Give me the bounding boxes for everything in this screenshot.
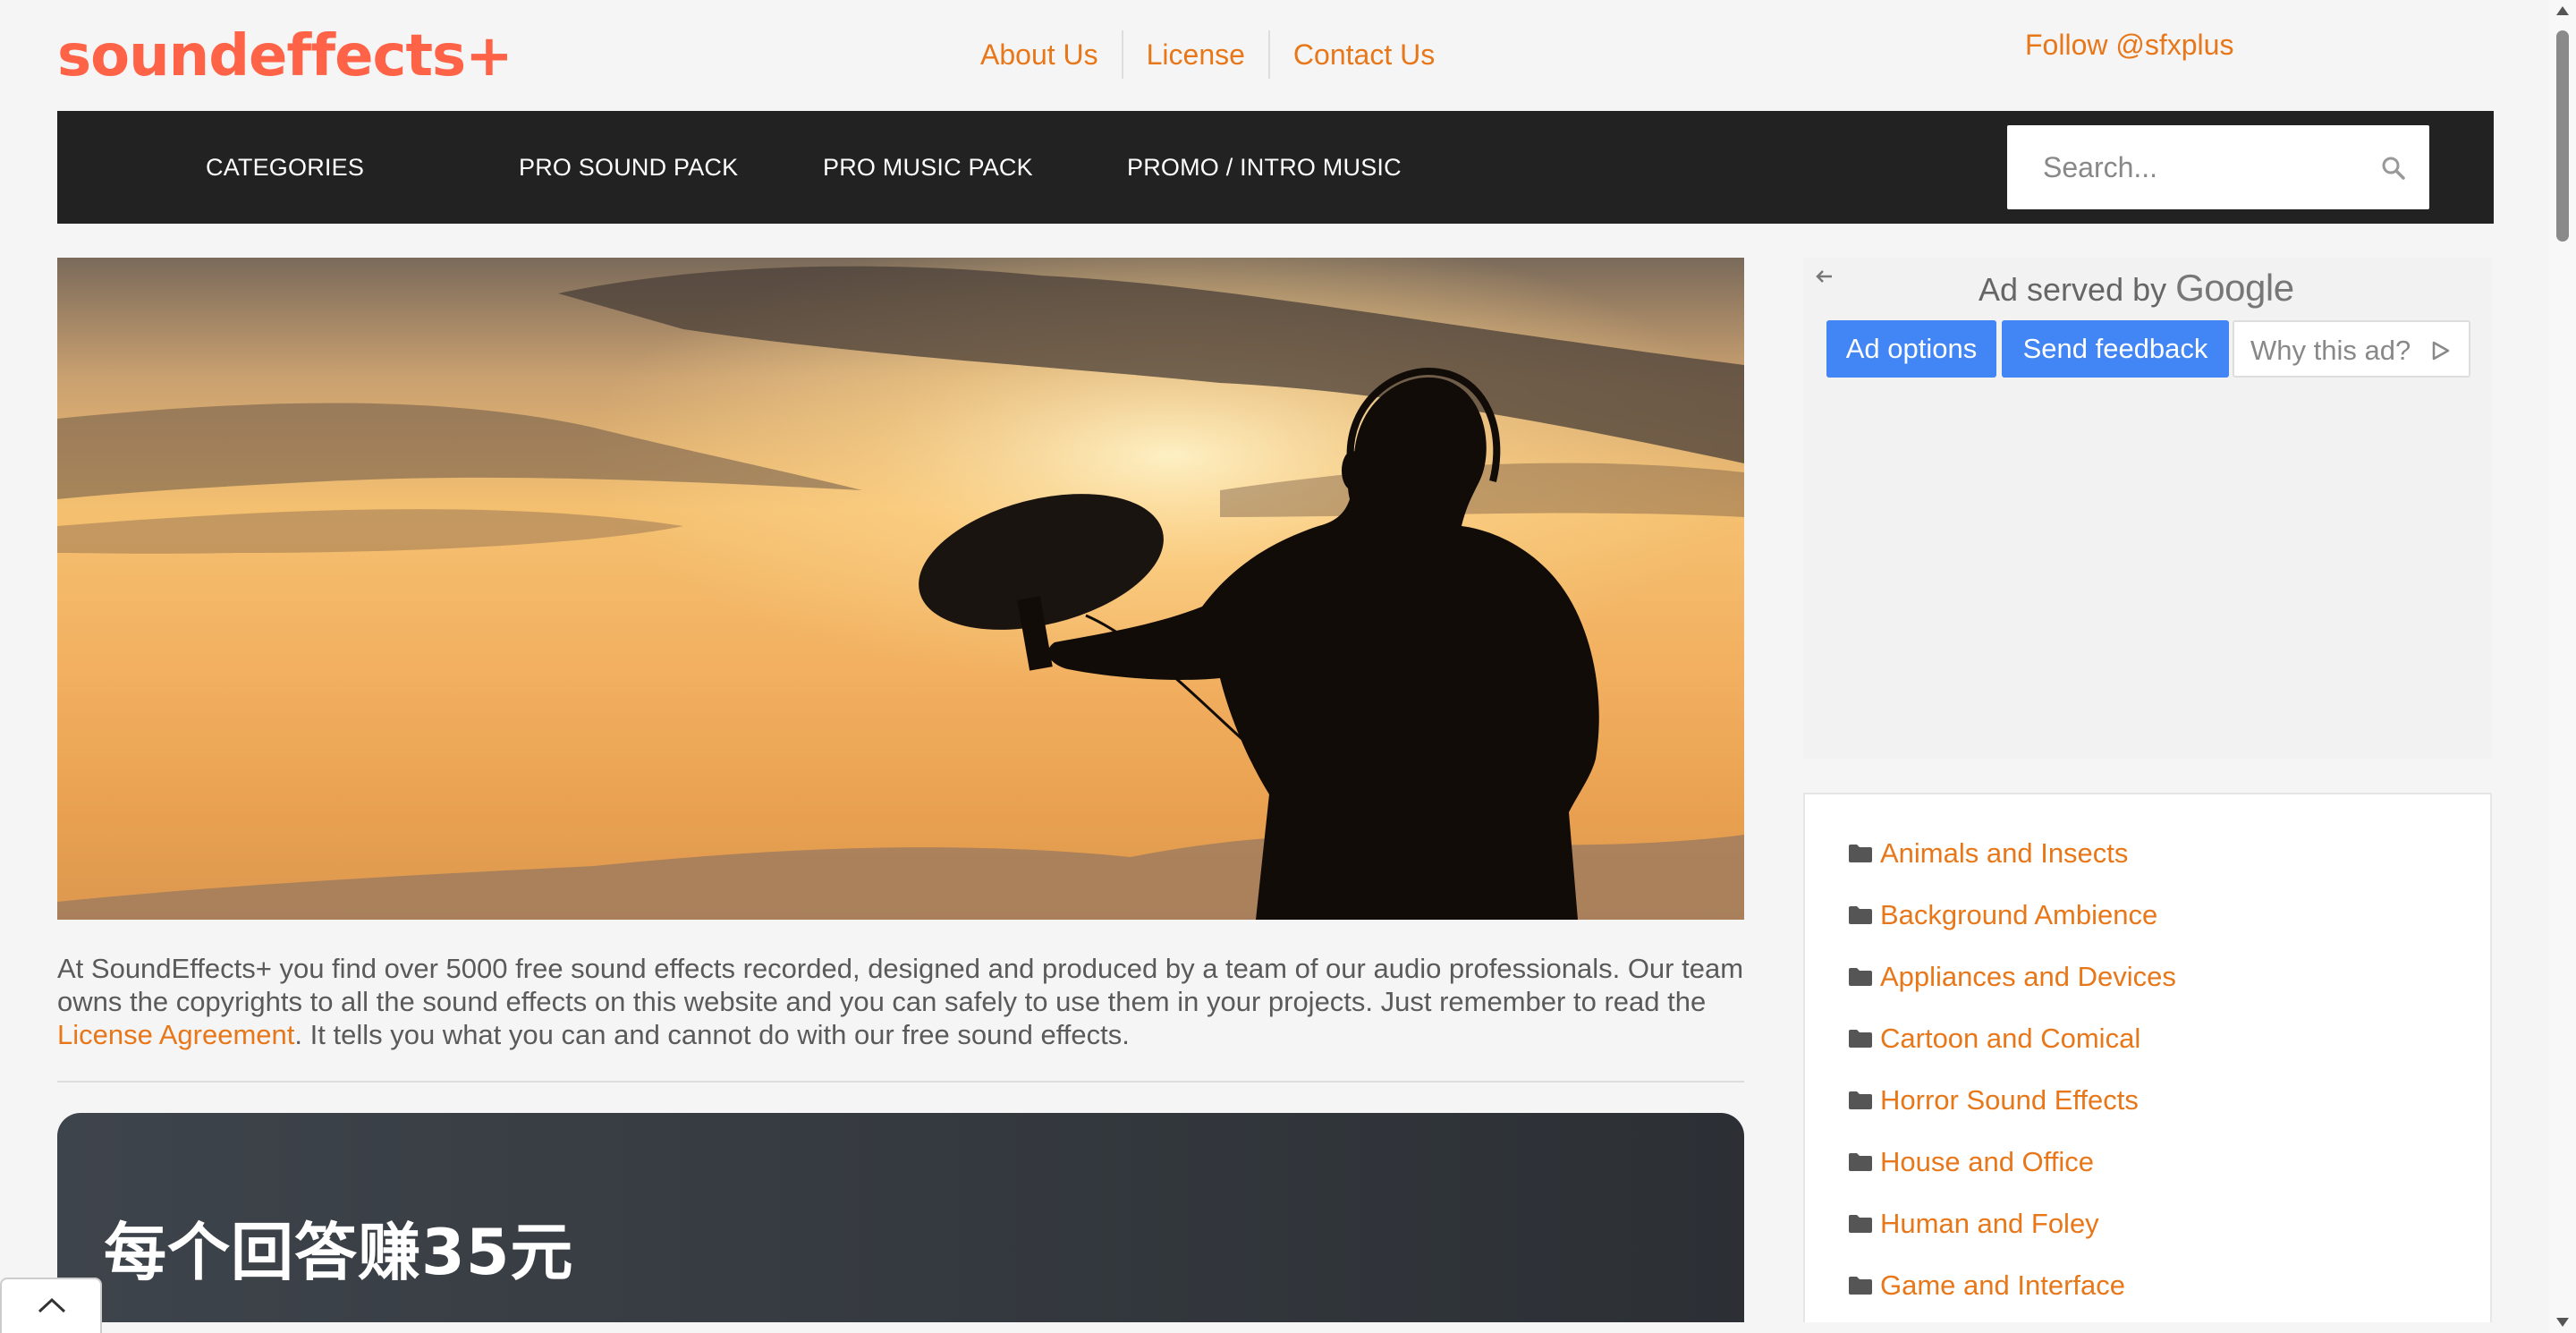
list-item[interactable]: Animals and Insects [1848,836,2128,871]
divider [57,1081,1744,1083]
category-game-interface[interactable]: Game and Interface [1880,1269,2125,1302]
scroll-down-arrow-icon[interactable] [2555,1315,2571,1329]
list-item[interactable]: Background Ambience [1848,897,2157,933]
hero-image [57,258,1744,920]
nav-pro-sound-pack[interactable]: PRO SOUND PACK [519,111,738,224]
search-input[interactable] [2007,125,2365,209]
send-feedback-button[interactable]: Send feedback [2002,320,2229,378]
folder-icon [1849,845,1872,862]
folder-icon [1849,1153,1872,1171]
folder-icon [1849,1215,1872,1233]
license-link[interactable]: License [1121,30,1268,79]
ad-served-by-text: Ad served by [1979,271,2167,308]
ad-served-by: Ad served by Google [1979,267,2294,310]
bottom-strip [0,1322,2549,1333]
nav-promo-intro-music[interactable]: PROMO / INTRO MUSIC [1127,111,1402,224]
scrollbar[interactable] [2549,0,2576,1333]
scroll-up-arrow-icon[interactable] [2555,4,2571,18]
promo-banner[interactable]: 每个回答赚35元 [57,1113,1744,1333]
category-cartoon-comical[interactable]: Cartoon and Comical [1880,1023,2140,1055]
google-logo-text: Google [2175,267,2294,309]
list-item[interactable]: Game and Interface [1848,1268,2125,1303]
ad-options-button[interactable]: Ad options [1826,320,1996,378]
category-human-foley[interactable]: Human and Foley [1880,1208,2099,1240]
categories-list: Animals and Insects Background Ambience … [1803,793,2492,1333]
category-appliances-devices[interactable]: Appliances and Devices [1880,961,2176,993]
why-this-ad-button[interactable]: Why this ad? [2233,320,2470,378]
back-arrow-icon[interactable] [1810,263,1837,290]
category-house-office[interactable]: House and Office [1880,1146,2094,1178]
folder-icon [1849,1091,1872,1109]
ad-panel: Ad served by Google Ad options Send feed… [1803,258,2492,759]
nav-pro-music-pack[interactable]: PRO MUSIC PACK [823,111,1033,224]
category-animals-insects[interactable]: Animals and Insects [1880,837,2128,870]
about-us-link[interactable]: About Us [966,30,1122,79]
list-item[interactable]: Cartoon and Comical [1848,1021,2140,1057]
folder-icon [1849,1277,1872,1295]
nav-categories[interactable]: CATEGORIES [206,111,364,224]
intro-text-after: . It tells you what you can and cannot d… [294,1019,1130,1050]
contact-us-link[interactable]: Contact Us [1267,30,1458,79]
folder-icon [1849,1030,1872,1048]
promo-title: 每个回答赚35元 [104,1216,574,1289]
category-background-ambience[interactable]: Background Ambience [1880,899,2157,931]
search-icon[interactable] [2381,156,2406,181]
adchoices-icon [2432,341,2450,361]
top-links: About Us License Contact Us [966,30,1458,79]
sound-recordist-silhouette-image [57,258,1744,920]
scroll-thumb[interactable] [2556,30,2569,242]
site-logo[interactable]: soundeffects+ [57,20,513,93]
license-agreement-link[interactable]: License Agreement [57,1019,294,1050]
follow-link[interactable]: Follow @sfxplus [2025,27,2233,63]
list-item[interactable]: Appliances and Devices [1848,959,2176,995]
chevron-up-icon [38,1297,66,1313]
list-item[interactable]: Human and Foley [1848,1206,2099,1242]
folder-icon [1849,968,1872,986]
folder-icon [1849,906,1872,924]
list-item[interactable]: House and Office [1848,1144,2094,1180]
list-item[interactable]: Horror Sound Effects [1848,1083,2139,1118]
back-to-top-button[interactable] [0,1278,102,1333]
search-box [2007,125,2429,209]
main-nav: CATEGORIES PRO SOUND PACK PRO MUSIC PACK… [57,111,2494,224]
intro-text-before: At SoundEffects+ you find over 5000 free… [57,953,1744,1017]
category-horror[interactable]: Horror Sound Effects [1880,1084,2139,1116]
intro-paragraph: At SoundEffects+ you find over 5000 free… [57,952,1748,1051]
why-this-ad-label: Why this ad? [2250,335,2411,366]
